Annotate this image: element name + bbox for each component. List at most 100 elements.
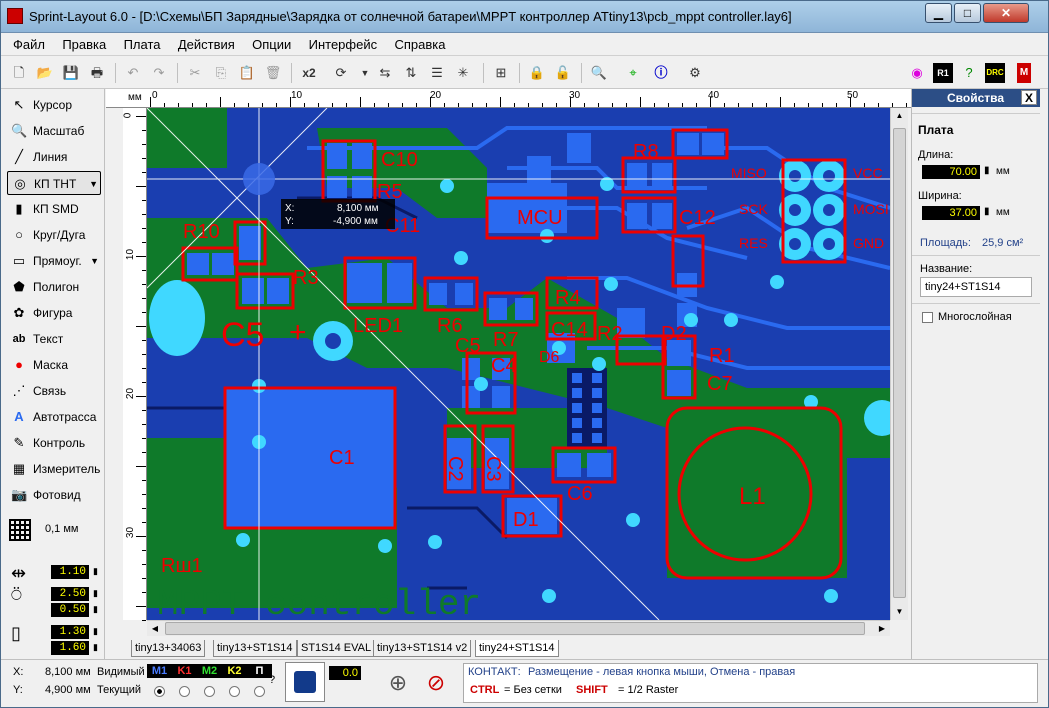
tool-tht-pad[interactable]: ◎ КП ТНТ ▼ [7, 171, 101, 195]
rotate-icon[interactable]: ⟳ [331, 63, 351, 83]
vertical-scrollbar[interactable]: ▲ ▼ [890, 108, 908, 620]
tool-control[interactable]: ✎ Контроль [7, 431, 101, 455]
fit-icon[interactable]: ⌖ [623, 63, 643, 83]
spinner-arrows-icon[interactable]: ▮ [93, 604, 98, 615]
spinner-smd_h[interactable]: 1.60 [51, 641, 89, 655]
minimize-button[interactable]: ▁ [925, 3, 952, 23]
dropdown-icon[interactable]: ▼ [89, 172, 98, 196]
multilayer-checkbox[interactable] [922, 312, 933, 323]
dropdown-icon[interactable]: ▼ [90, 249, 99, 273]
lock-icon[interactable]: 🔒 [527, 63, 547, 83]
maximize-button[interactable]: □ [954, 3, 981, 23]
spinner-arrows-icon[interactable]: ▮ [93, 566, 98, 577]
info-icon[interactable]: ⓘ [651, 63, 671, 83]
cut-icon[interactable]: ✂ [185, 63, 205, 83]
menu-interface[interactable]: Интерфейс [302, 34, 384, 56]
group-icon[interactable]: ⊞ [491, 63, 511, 83]
layer-п-current-radio[interactable] [254, 686, 265, 697]
crosshair-icon[interactable]: ⊕ [381, 666, 415, 700]
menu-options[interactable]: Опции [245, 34, 298, 56]
tool-photo[interactable]: 📷 Фотовид [7, 483, 101, 507]
layer-k2-current-radio[interactable] [229, 686, 240, 697]
layer-m2-toggle[interactable]: M2 [197, 664, 222, 678]
menu-edit[interactable]: Правка [55, 34, 113, 56]
undo-icon[interactable]: ↶ [123, 63, 143, 83]
tool-zoom[interactable]: 🔍 Масштаб [7, 119, 101, 143]
align-icon[interactable]: ☰ [427, 63, 447, 83]
tab-board-3[interactable]: ST1S14 EVAL [297, 640, 376, 657]
board-name-input[interactable]: tiny24+ST1S14 [920, 277, 1032, 297]
zoom-icon[interactable]: 🔍 [589, 63, 609, 83]
length-input[interactable]: 70.00 [922, 165, 980, 179]
mirror-v-icon[interactable]: ⇅ [401, 63, 421, 83]
length-spinner-icon[interactable]: ▮ [984, 165, 990, 176]
settings-icon[interactable]: ⚙ [685, 63, 705, 83]
tool-polygon[interactable]: ⬟ Полигон [7, 275, 101, 299]
properties-close-button[interactable]: X [1021, 90, 1037, 105]
redo-icon[interactable]: ↷ [149, 63, 169, 83]
width-spinner-icon[interactable]: ▮ [984, 206, 990, 217]
tab-board-1[interactable]: tiny13+34063 [131, 640, 206, 657]
grid-icon[interactable] [9, 519, 31, 541]
spinner-smd_w[interactable]: 1.30 [51, 625, 89, 639]
layer-m1-toggle[interactable]: M1 [147, 664, 172, 678]
print-icon[interactable]: 🖶 [87, 63, 107, 83]
close-window-button[interactable]: ✕ [983, 3, 1029, 23]
tool-mask[interactable]: ● Маска [7, 353, 101, 377]
tab-board-5[interactable]: tiny24+ST1S14 [475, 640, 559, 657]
new-icon[interactable]: 🗋 [9, 63, 29, 83]
tool-smd-pad[interactable]: ▮ КП SMD [7, 197, 101, 221]
tool-line[interactable]: ╱ Линия [7, 145, 101, 169]
layer-k1-toggle[interactable]: K1 [172, 664, 197, 678]
duplicate-button[interactable]: x2 [299, 63, 319, 83]
layer-view-icon[interactable] [285, 662, 325, 702]
spinner-track[interactable]: 1.10 [51, 565, 89, 579]
width-input[interactable]: 37.00 [922, 206, 980, 220]
zoom-value-field[interactable]: 0.0 [329, 666, 361, 680]
menu-file[interactable]: Файл [6, 34, 52, 56]
tab-board-4[interactable]: tiny13+ST1S14 v2 [373, 640, 472, 657]
tool-text[interactable]: ab Текст [7, 327, 101, 351]
tool-circle[interactable]: ○ Круг/Дуга [7, 223, 101, 247]
tool-autoroute[interactable]: A Автотрасса [7, 405, 101, 429]
layer-m1-current-radio[interactable] [154, 686, 165, 697]
circle-select-icon[interactable]: ◉ [907, 63, 927, 83]
layer-m2-current-radio[interactable] [204, 686, 215, 697]
tool-connection[interactable]: ⋰ Связь [7, 379, 101, 403]
copy-icon[interactable]: ⎘ [211, 63, 231, 83]
mirror-h-icon[interactable]: ⇆ [375, 63, 395, 83]
macro-icon[interactable]: M [1017, 63, 1031, 83]
drc-icon[interactable]: DRC [985, 63, 1005, 83]
menu-board[interactable]: Плата [117, 34, 168, 56]
tool-figure[interactable]: ✿ Фигура [7, 301, 101, 325]
layer-k2-toggle[interactable]: K2 [222, 664, 247, 678]
paste-icon[interactable]: 📋 [237, 63, 257, 83]
layer-п-toggle[interactable]: П [247, 664, 272, 678]
grid-size-label[interactable]: 0,1 мм [45, 523, 78, 535]
tab-board-2[interactable]: tiny13+ST1S14 [213, 640, 297, 657]
tool-cursor[interactable]: ↖ Курсор [7, 93, 101, 117]
snap-icon[interactable]: ✳ [453, 63, 473, 83]
menu-actions[interactable]: Действия [171, 34, 242, 56]
delete-icon[interactable]: 🗑 [263, 63, 283, 83]
spinner-pad_outer[interactable]: 2.50 [51, 587, 89, 601]
horizontal-scroll-thumb[interactable] [165, 622, 865, 635]
spinner-arrows-icon[interactable]: ▮ [93, 588, 98, 599]
open-icon[interactable]: 📂 [35, 63, 55, 83]
help-icon[interactable]: ? [959, 63, 979, 83]
spinner-arrows-icon[interactable]: ▮ [93, 626, 98, 637]
horizontal-scrollbar[interactable]: ◀ ▶ [147, 620, 890, 636]
spinner-arrows-icon[interactable]: ▮ [93, 642, 98, 653]
menu-help[interactable]: Справка [387, 34, 452, 56]
r1-icon[interactable]: R1 [933, 63, 953, 83]
tool-rectangle[interactable]: ▭ Прямоуг. ▼ [7, 249, 101, 273]
tool-measure[interactable]: ▦ Измеритель [7, 457, 101, 481]
layer-k1-current-radio[interactable] [179, 686, 190, 697]
spinner-pad_inner[interactable]: 0.50 [51, 603, 89, 617]
vertical-scroll-thumb[interactable] [893, 128, 906, 598]
rotate-dropdown-icon[interactable]: ▼ [355, 63, 375, 83]
connection-off-icon[interactable]: ⊘ [419, 666, 453, 700]
unlock-icon[interactable]: 🔓 [553, 63, 573, 83]
pcb-canvas[interactable]: C10 R5 C11 MCU R8 C12 R10 R3 LED1 R6 R7 … [147, 108, 890, 620]
save-icon[interactable]: 💾 [61, 63, 81, 83]
